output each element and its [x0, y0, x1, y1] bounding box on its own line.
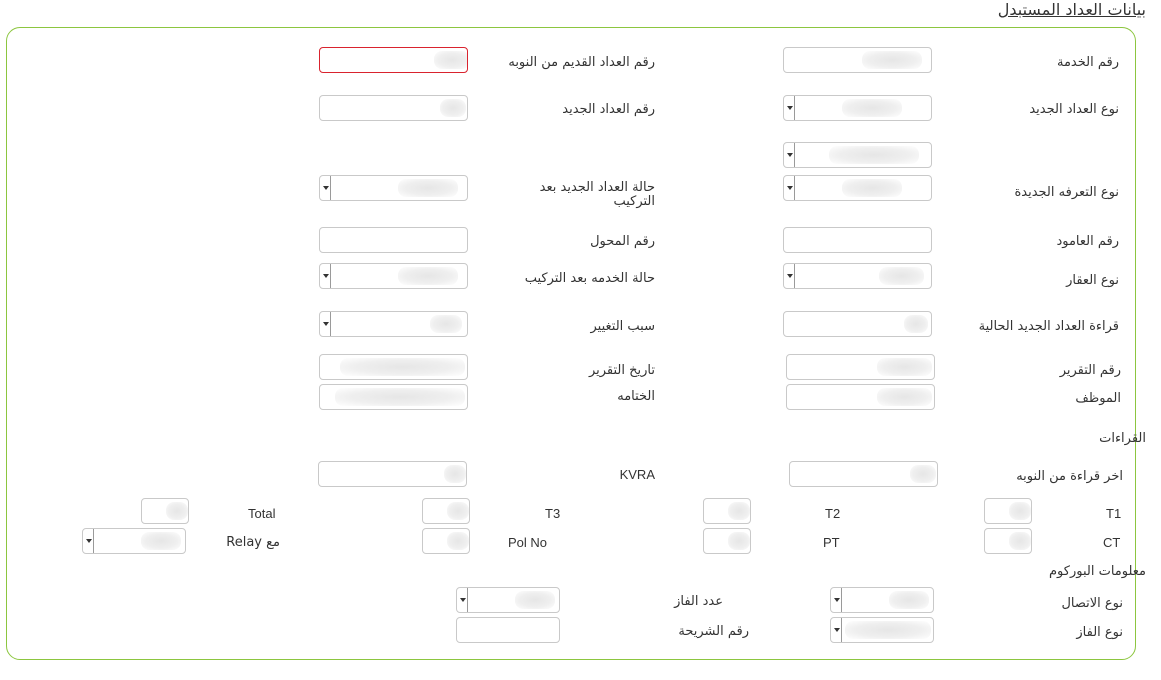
pt-label: PT [823, 535, 840, 550]
transformer-no-input[interactable] [319, 227, 468, 253]
phase-type-select[interactable] [830, 617, 934, 643]
chevron-down-icon [785, 143, 795, 167]
new-meter-type-label: نوع العداد الجديد [1029, 102, 1119, 117]
phase-type-label: نوع الفاز [1076, 625, 1123, 640]
chevron-down-icon [321, 176, 331, 200]
service-status-after-select[interactable] [319, 263, 468, 289]
t1-label: T1 [1106, 506, 1122, 521]
phase-count-label: عدد الفاز [674, 594, 723, 609]
report-date-input[interactable] [319, 354, 468, 380]
t3-label: T3 [545, 506, 561, 521]
chevron-down-icon [832, 588, 842, 612]
report-date-label: تاريخ التقرير [588, 363, 655, 378]
relay-select[interactable] [82, 528, 186, 554]
readings-heading: القراءات [1099, 431, 1146, 446]
t1-input[interactable] [984, 498, 1032, 524]
new-tariff-type-select[interactable] [783, 175, 932, 201]
old-meter-no-label: رقم العداد القديم من النوبه [508, 55, 655, 70]
current-reading-label: قراءة العداد الجديد الحالية [978, 319, 1119, 334]
t3-input[interactable] [422, 498, 470, 524]
chevron-down-icon [785, 176, 795, 200]
chevron-down-icon [832, 618, 842, 642]
chevron-down-icon [321, 312, 331, 336]
kvra-label: KVRA [619, 467, 655, 482]
seal-label: الختامه [617, 389, 655, 404]
meter-status-after-label: حالة العداد الجديد بعد التركيب [539, 180, 655, 209]
chip-no-input[interactable] [456, 617, 560, 643]
ct-label: CT [1103, 535, 1121, 550]
total-input[interactable] [141, 498, 189, 524]
report-no-label: رقم التقرير [1059, 363, 1121, 378]
change-reason-select[interactable] [319, 311, 468, 337]
chevron-down-icon [785, 96, 795, 120]
chevron-down-icon [84, 529, 94, 553]
transformer-no-label: رقم المحول [590, 234, 655, 249]
seal-input[interactable] [319, 384, 468, 410]
t2-label: T2 [825, 506, 841, 521]
employee-label: الموظف [1075, 391, 1121, 406]
meter-status-after-select[interactable] [319, 175, 468, 201]
old-meter-no-input[interactable] [319, 47, 468, 73]
chevron-down-icon [458, 588, 468, 612]
service-status-after-label: حالة الخدمه بعد التركيب [524, 271, 655, 286]
section-title: بيانات العداد المستبدل [997, 0, 1146, 19]
pol-no-input[interactable] [422, 528, 470, 554]
pol-no-label: Pol No [508, 535, 548, 550]
chevron-down-icon [321, 264, 331, 288]
connection-type-label: نوع الاتصال [1061, 596, 1123, 611]
last-reading-input[interactable] [789, 461, 938, 487]
change-reason-label: سبب التغيير [590, 319, 656, 334]
report-no-input[interactable] [786, 354, 935, 380]
phase-count-select[interactable] [456, 587, 560, 613]
pole-no-input[interactable] [783, 227, 932, 253]
new-meter-no-label: رقم العداد الجديد [562, 102, 655, 117]
form-panel [6, 27, 1136, 660]
property-type-label: نوع العقار [1066, 273, 1119, 288]
new-meter-no-input[interactable] [319, 95, 468, 121]
bourcom-heading: معلومات البوركوم [1049, 564, 1146, 579]
service-no-label: رقم الخدمة [1057, 55, 1119, 70]
employee-input[interactable] [786, 384, 935, 410]
pole-no-label: رقم العامود [1056, 234, 1119, 249]
t2-input[interactable] [703, 498, 751, 524]
chevron-down-icon [785, 264, 795, 288]
property-type-select[interactable] [783, 263, 932, 289]
pt-input[interactable] [703, 528, 751, 554]
last-reading-label: اخر قراءة من النوبه [1016, 469, 1123, 484]
chip-no-label: رقم الشريحة [678, 624, 749, 639]
connection-type-select[interactable] [830, 587, 934, 613]
with-relay-label: مع Relay [226, 535, 280, 550]
new-tariff-type-label: نوع التعرفه الجديدة [1014, 185, 1119, 200]
ct-input[interactable] [984, 528, 1032, 554]
new-meter-type-select[interactable] [783, 95, 932, 121]
current-reading-input[interactable] [783, 311, 932, 337]
service-no-input[interactable] [783, 47, 932, 73]
tariff-category-select[interactable] [783, 142, 932, 168]
kvra-input[interactable] [318, 461, 467, 487]
total-label: Total [248, 506, 276, 521]
